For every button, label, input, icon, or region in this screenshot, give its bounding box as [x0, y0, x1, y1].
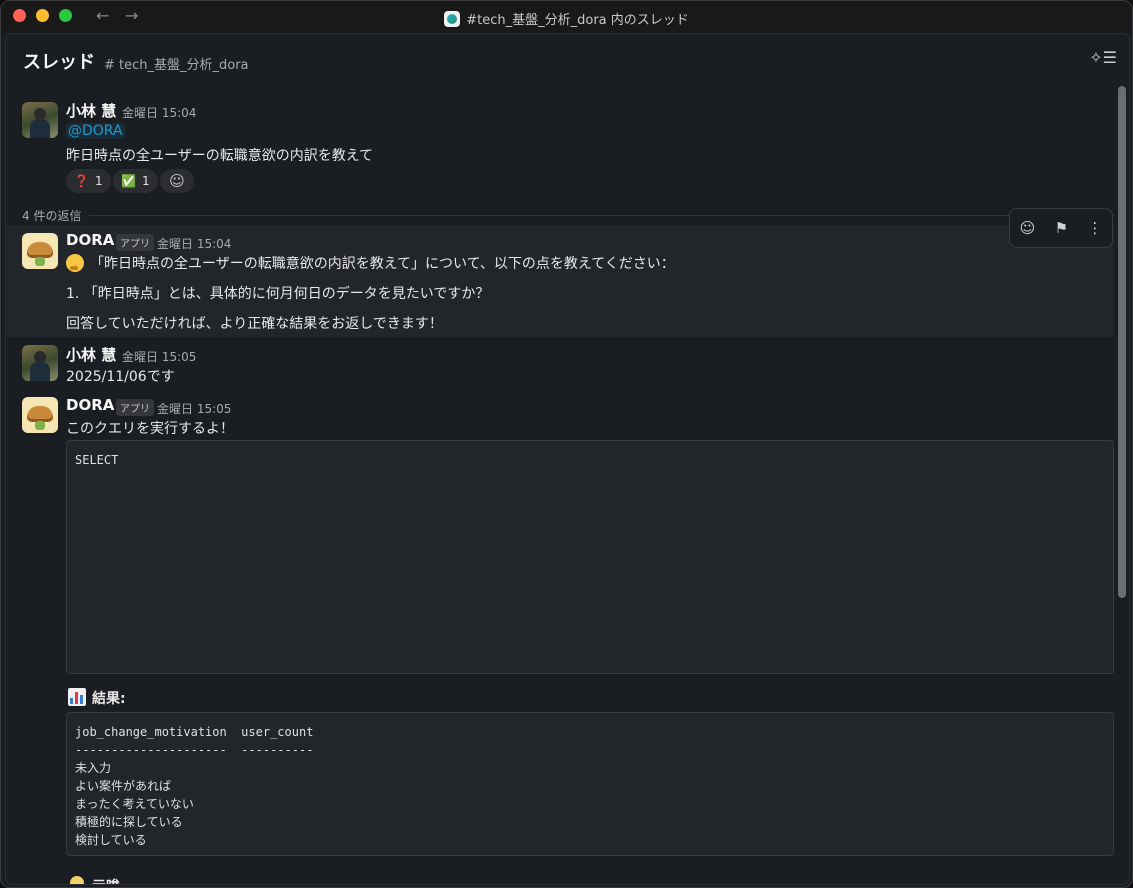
message-text: 1. 「昨日時点」とは、具体的に何月何日のデータを見たいですか？ [66, 286, 490, 302]
result-code-block: job_change_motivation user_count -------… [66, 712, 1114, 856]
message-author[interactable]: 小林 慧 [66, 100, 116, 121]
question-mark-icon: ❓ [74, 174, 89, 188]
avatar[interactable] [22, 102, 58, 138]
sparkle-list-icon[interactable]: ✧☰ [1089, 48, 1117, 67]
title-bar: ← → #tech_基盤_分析_dora 内のスレッド [1, 1, 1132, 33]
add-emoji-icon: ☺ [169, 172, 185, 190]
thinking-face-icon [66, 254, 84, 272]
bookmark-icon[interactable]: ⚑ [1055, 219, 1068, 237]
message-text: 「昨日時点の全ユーザーの転職意欲の内訳を教えて」について、以下の点を教えてくださ… [66, 253, 675, 273]
app-window: ← → #tech_基盤_分析_dora 内のスレッド スレッド # tech_… [0, 0, 1133, 888]
message-text: このクエリを実行するよ！ [66, 421, 234, 437]
avatar[interactable] [22, 397, 58, 433]
insight-label: 示唆 [92, 876, 120, 884]
bar-chart-icon [68, 688, 86, 706]
channel-app-icon [444, 11, 461, 27]
thread-panel: スレッド # tech_基盤_分析_dora ✧☰ 小林 慧 金曜日 15:04… [5, 33, 1130, 885]
light-bulb-icon [70, 876, 84, 884]
message-author[interactable]: DORA [66, 231, 114, 249]
message-author[interactable]: 小林 慧 [66, 344, 116, 365]
message-time[interactable]: 金曜日 15:05 [122, 348, 196, 365]
reaction-question[interactable]: ❓ 1 [66, 169, 111, 193]
mention-link[interactable]: @DORA [66, 123, 125, 139]
add-reaction-button[interactable]: ☺ [160, 169, 194, 193]
avatar[interactable] [22, 233, 58, 269]
message-time[interactable]: 金曜日 15:04 [157, 235, 231, 252]
add-reaction-icon[interactable]: ☺ [1020, 219, 1036, 237]
reply-count-divider: 4 件の返信 [22, 207, 1114, 224]
message-text: 回答していただければ、より正確な結果をお返しできます！ [66, 316, 443, 332]
thread-scrollbar[interactable] [1118, 86, 1126, 598]
message-mention: @DORA [66, 123, 125, 139]
reply-message: 小林 慧 金曜日 15:05 2025/11/06です [6, 339, 1114, 391]
thread-channel-link[interactable]: # tech_基盤_分析_dora [104, 54, 249, 73]
reply-message: DORA アプリ 金曜日 15:04 「昨日時点の全ユーザーの転職意欲の内訳を教… [6, 225, 1114, 337]
parent-message: 小林 慧 金曜日 15:04 @DORA 昨日時点の全ユーザーの転職意欲の内訳を… [6, 94, 1114, 204]
message-text: 昨日時点の全ユーザーの転職意欲の内訳を教えて [66, 148, 374, 164]
reaction-count: 1 [94, 174, 103, 188]
app-badge: アプリ [116, 399, 154, 416]
message-author[interactable]: DORA [66, 396, 114, 414]
reaction-count: 1 [141, 174, 150, 188]
message-time[interactable]: 金曜日 15:04 [122, 104, 196, 121]
result-label: 結果: [92, 691, 126, 707]
thread-header: スレッド # tech_基盤_分析_dora ✧☰ [6, 34, 1129, 86]
message-text: 2025/11/06です [66, 369, 175, 385]
reaction-check[interactable]: ✅ 1 [113, 169, 158, 193]
message-actions-toolbar: ☺ ⚑ ⋮ [1009, 208, 1113, 248]
avatar[interactable] [22, 345, 58, 381]
message-time[interactable]: 金曜日 15:05 [157, 400, 231, 417]
check-mark-icon: ✅ [121, 174, 136, 188]
more-actions-icon[interactable]: ⋮ [1087, 219, 1102, 237]
thread-title: スレッド [23, 52, 95, 73]
app-badge: アプリ [116, 234, 154, 251]
query-code-block: SELECT [66, 440, 1114, 674]
window-title: #tech_基盤_分析_dora 内のスレッド [1, 9, 1132, 28]
reply-message: DORA アプリ 金曜日 15:05 このクエリを実行するよ！ SELECT 結… [6, 391, 1114, 884]
